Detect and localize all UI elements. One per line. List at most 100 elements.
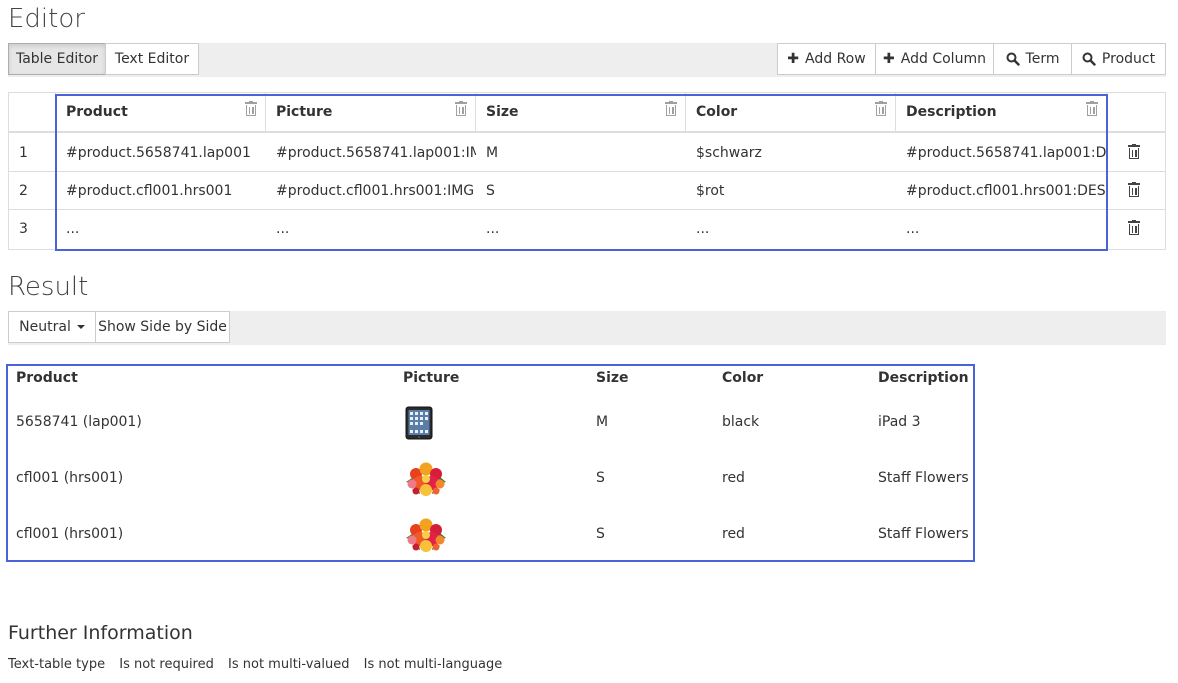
trash-icon (1128, 182, 1140, 197)
result-product: cfl001 (hrs001) (16, 470, 124, 486)
result-color: black (722, 414, 760, 430)
show-side-by-side-label: Show Side by Side (98, 319, 227, 335)
search-icon (1082, 52, 1096, 66)
row-number: 2 (19, 183, 28, 199)
result-description: Staff Flowers (878, 470, 969, 486)
page: Editor Table Editor Text Editor ✚ Add Ro… (0, 0, 1178, 683)
plus-icon: ✚ (787, 51, 800, 67)
row-number: 3 (19, 221, 28, 237)
table-cell[interactable]: $schwarz (686, 134, 896, 171)
table-cell[interactable]: $rot (686, 172, 896, 209)
search-icon (1006, 52, 1020, 66)
result-color: red (722, 470, 745, 486)
table-cell[interactable]: ... (686, 210, 896, 247)
row-number-header (9, 93, 56, 131)
column-header-label: Picture (276, 104, 333, 120)
result-table: Product Picture Size Color Description 5… (8, 366, 974, 561)
result-column-header: Size (596, 370, 629, 386)
delete-row-button[interactable] (1128, 182, 1140, 201)
add-column-label: Add Column (900, 51, 986, 67)
tab-table-editor-label: Table Editor (15, 51, 99, 67)
language-select-label: Neutral (19, 319, 71, 335)
table-cell[interactable]: #product.5658741.lap001 (56, 134, 266, 171)
delete-column-button[interactable] (245, 101, 257, 120)
trash-icon (245, 101, 257, 116)
row-number: 1 (19, 145, 28, 161)
language-select[interactable]: Neutral (8, 311, 96, 343)
info-item: Text-table type (8, 657, 106, 672)
table-cell[interactable]: ... (266, 210, 476, 247)
column-header-label: Color (696, 104, 738, 120)
plus-icon: ✚ (883, 51, 895, 67)
column-header[interactable]: Product (56, 93, 266, 131)
column-header[interactable]: Picture (266, 93, 476, 131)
term-label: Term (1025, 51, 1060, 67)
delete-row-button[interactable] (1128, 220, 1140, 239)
delete-column-button[interactable] (455, 101, 467, 120)
column-header[interactable]: Description (896, 93, 1107, 131)
table-cell[interactable]: ... (476, 210, 686, 247)
result-size: M (596, 414, 609, 430)
result-color: red (722, 526, 745, 542)
tablet-icon (405, 406, 433, 440)
result-description: iPad 3 (878, 414, 921, 430)
add-row-button[interactable]: ✚ Add Row (777, 43, 876, 75)
tab-table-editor[interactable]: Table Editor (8, 43, 106, 75)
tab-text-editor[interactable]: Text Editor (105, 43, 199, 75)
table-cell[interactable]: #product.5658741.lap001:DESC (896, 134, 1106, 171)
flowers-icon (406, 462, 446, 496)
result-product: 5658741 (lap001) (16, 414, 142, 430)
table-cell[interactable]: S (476, 172, 686, 209)
column-header[interactable]: Size (476, 93, 686, 131)
table-cell[interactable]: ... (56, 210, 266, 247)
result-column-header: Picture (403, 370, 460, 386)
column-header-label: Product (66, 104, 128, 120)
result-product: cfl001 (hrs001) (16, 526, 124, 542)
add-column-button[interactable]: ✚ Add Column (875, 43, 994, 75)
add-row-label: Add Row (805, 51, 866, 67)
table-cell[interactable]: #product.5658741.lap001:IMG (266, 134, 476, 171)
result-column-header: Description (878, 370, 969, 386)
table-cell[interactable]: ... (896, 210, 1106, 247)
trash-icon (875, 101, 887, 116)
table-row: 1 #product.5658741.lap001 #product.56587… (9, 134, 1165, 172)
column-header[interactable]: Color (686, 93, 896, 131)
table-cell[interactable]: #product.cfl001.hrs001:DESC (896, 172, 1106, 209)
delete-column-button[interactable] (875, 101, 887, 120)
product-label: Product (1101, 51, 1156, 67)
table-cell[interactable]: #product.cfl001.hrs001 (56, 172, 266, 209)
table-row: 3 ... ... ... ... ... (9, 210, 1165, 248)
editor-toolbar: Table Editor Text Editor ✚ Add Row ✚ Add… (8, 43, 1166, 77)
table-row: 2 #product.cfl001.hrs001 #product.cfl001… (9, 172, 1165, 210)
editor-table-header: Product Picture Size Color Description (9, 93, 1165, 133)
column-header-label: Description (906, 104, 997, 120)
info-item: Is not multi-language (363, 657, 503, 672)
result-toolbar: Neutral Show Side by Side (8, 311, 1166, 345)
table-cell[interactable]: M (476, 134, 686, 171)
column-header-label: Size (486, 104, 519, 120)
info-item: Is not required (119, 657, 214, 672)
trash-icon (665, 101, 677, 116)
editor-title: Editor (8, 4, 85, 34)
trash-icon (1086, 101, 1098, 116)
delete-column-button[interactable] (665, 101, 677, 120)
result-size: S (596, 526, 605, 542)
result-column-header: Product (16, 370, 78, 386)
tab-text-editor-label: Text Editor (114, 51, 190, 67)
term-button[interactable]: Term (993, 43, 1072, 75)
result-size: S (596, 470, 605, 486)
table-cell[interactable]: #product.cfl001.hrs001:IMG (266, 172, 476, 209)
trash-icon (1128, 220, 1140, 235)
show-side-by-side-button[interactable]: Show Side by Side (95, 311, 230, 343)
delete-column-button[interactable] (1086, 101, 1098, 120)
product-button[interactable]: Product (1071, 43, 1166, 75)
trash-icon (1128, 144, 1140, 159)
result-column-header: Color (722, 370, 764, 386)
result-description: Staff Flowers (878, 526, 969, 542)
further-information-list: Text-table type Is not required Is not m… (8, 657, 512, 672)
further-information-title: Further Information (8, 622, 193, 644)
trash-icon (455, 101, 467, 116)
info-item: Is not multi-valued (228, 657, 350, 672)
delete-row-button[interactable] (1128, 144, 1140, 163)
result-title: Result (8, 272, 89, 302)
